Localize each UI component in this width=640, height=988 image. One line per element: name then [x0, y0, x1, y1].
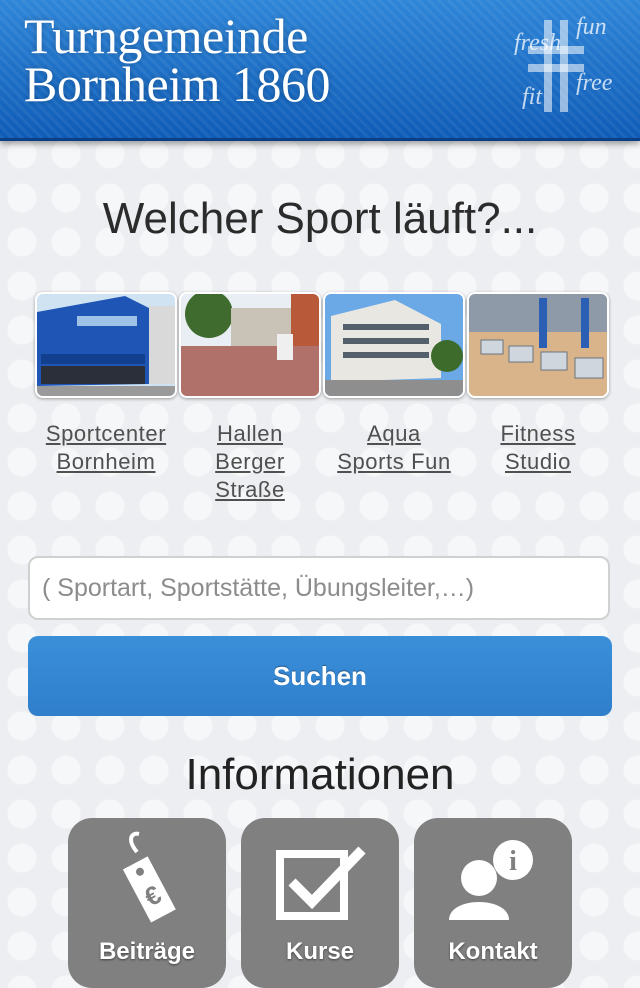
club-name: Turngemeinde Bornheim 1860: [24, 8, 330, 112]
logo-word-fresh: fresh: [514, 30, 562, 56]
building-photo-icon: [37, 294, 175, 396]
info-tile-kontakt[interactable]: i Kontakt: [414, 818, 572, 988]
venue-label-line[interactable]: Studio: [505, 449, 571, 474]
venue-label-line[interactable]: Hallen: [217, 421, 283, 446]
venue-label[interactable]: Sportcenter Bornheim: [34, 420, 178, 476]
club-logo: fresh fun fit free: [510, 12, 620, 122]
logo-word-fun: fun: [576, 14, 607, 40]
info-section-title: Informationen: [185, 750, 455, 799]
club-name-line1: Turngemeinde: [24, 8, 308, 64]
search-input[interactable]: [28, 556, 610, 620]
venue-aqua-sports-fun[interactable]: Aqua Sports Fun: [322, 292, 466, 476]
info-tile-label[interactable]: Kontakt: [414, 938, 572, 966]
contact-info-icon: i: [443, 830, 543, 930]
venue-sportcenter-bornheim[interactable]: Sportcenter Bornheim: [34, 292, 178, 476]
venue-fitness-studio[interactable]: Fitness Studio: [466, 292, 610, 476]
page-title: Welcher Sport läuft?...: [102, 194, 538, 243]
info-tile-beitraege[interactable]: € Beiträge: [68, 818, 226, 988]
venue-list: Sportcenter Bornheim Hallen Berger Straß…: [34, 292, 610, 502]
venue-image-sportcenter[interactable]: [35, 292, 177, 398]
search-button[interactable]: Suchen: [28, 636, 612, 716]
venue-label-line[interactable]: Straße: [215, 477, 285, 502]
venue-label-line[interactable]: Aqua: [367, 421, 421, 446]
info-tile-kurse[interactable]: Kurse: [241, 818, 399, 988]
courtyard-photo-icon: [181, 294, 319, 396]
venue-label-line[interactable]: Fitness: [500, 421, 575, 446]
gym-photo-icon: [469, 294, 607, 396]
venue-label-line[interactable]: Bornheim: [57, 449, 156, 474]
venue-label[interactable]: Hallen Berger Straße: [178, 420, 322, 504]
venue-image-fitness[interactable]: [467, 292, 609, 398]
pool-building-photo-icon: [325, 294, 463, 396]
logo-word-fit: fit: [522, 84, 543, 110]
club-name-line2: Bornheim 1860: [24, 56, 330, 112]
info-tile-label[interactable]: Beiträge: [68, 938, 226, 966]
venue-image-aqua[interactable]: [323, 292, 465, 398]
price-tag-euro-icon: €: [97, 830, 197, 930]
logo-word-free: free: [576, 70, 613, 96]
app-header: Turngemeinde Bornheim 1860 fresh fun fit…: [0, 0, 640, 141]
svg-text:i: i: [509, 846, 517, 877]
venue-label[interactable]: Fitness Studio: [466, 420, 610, 476]
venue-label-line[interactable]: Sportcenter: [46, 421, 166, 446]
info-tile-label[interactable]: Kurse: [241, 938, 399, 966]
venue-hallen-berger-strasse[interactable]: Hallen Berger Straße: [178, 292, 322, 504]
venue-image-hallen[interactable]: [179, 292, 321, 398]
venue-label-line[interactable]: Berger: [215, 449, 285, 474]
venue-label[interactable]: Aqua Sports Fun: [322, 420, 466, 476]
checkbox-icon: [270, 830, 370, 930]
venue-label-line[interactable]: Sports Fun: [337, 449, 451, 474]
